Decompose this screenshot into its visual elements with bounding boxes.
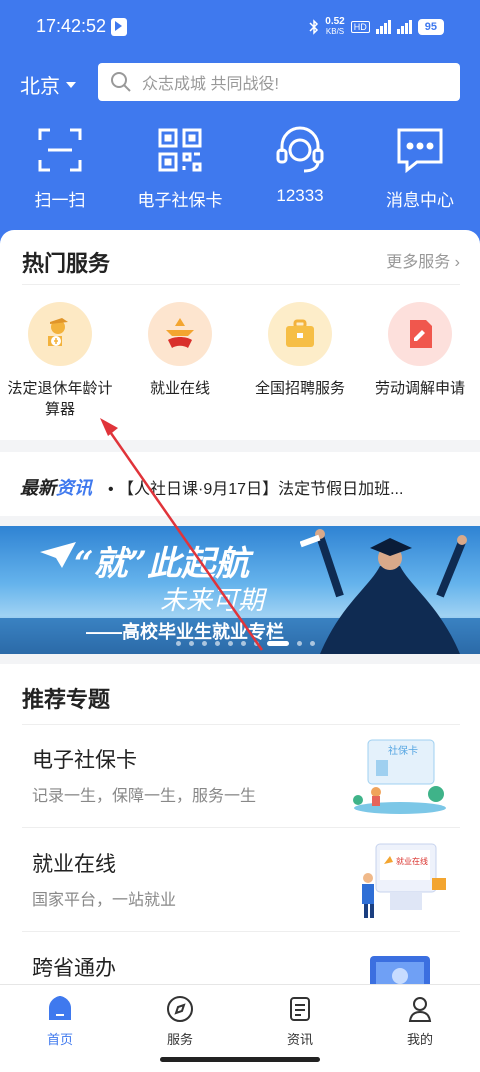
carousel-indicator xyxy=(176,641,315,646)
status-bar: 17:42:52 0.52 KB/S HD 95 xyxy=(0,0,480,54)
service-employment-online[interactable]: 就业在线 xyxy=(120,302,240,420)
compass-icon xyxy=(164,993,196,1025)
banner-title: “就”此起航 xyxy=(74,544,250,584)
topic-employment-online[interactable]: 就业在线 国家平台，一站就业 就业在线 xyxy=(0,828,480,932)
hd-badge: HD xyxy=(350,21,370,33)
news-ticker[interactable]: 最新资讯 • 【人社日课·9月17日】法定节假日加班... xyxy=(0,452,480,516)
topic-title: 跨省通办 xyxy=(32,957,116,980)
quick-hotline[interactable]: 12333 xyxy=(240,124,360,211)
document-edit-icon xyxy=(388,302,452,366)
svg-text:就业在线: 就业在线 xyxy=(396,856,428,866)
banner-graduate-employment[interactable]: “就”此起航 未来可期 ——高校毕业生就业专栏 xyxy=(0,526,480,654)
tab-news[interactable]: 资讯 xyxy=(240,985,360,1048)
quick-label: 消息中心 xyxy=(386,191,454,210)
news-headline: • 【人社日课·9月17日】法定节假日加班... xyxy=(108,481,404,498)
news-logo: 最新资讯 xyxy=(20,478,92,498)
quick-messages[interactable]: 消息中心 xyxy=(360,124,480,211)
service-label: 劳动调解申请 xyxy=(374,380,465,397)
tab-label: 资讯 xyxy=(286,1032,313,1047)
tab-label: 首页 xyxy=(46,1032,73,1047)
home-icon xyxy=(44,993,76,1025)
topic-title: 电子社保卡 xyxy=(32,749,137,772)
header-area: 17:42:52 0.52 KB/S HD 95 北京 众志成城 共同战役! 扫一… xyxy=(0,0,480,260)
chevron-right-icon: › xyxy=(454,254,460,271)
home-indicator[interactable] xyxy=(160,1057,320,1062)
service-grid: 法定退休年龄计算器 就业在线 全国招聘服务 劳动调解申请 xyxy=(0,302,480,420)
svg-text:社保卡: 社保卡 xyxy=(388,744,418,757)
quick-ecard[interactable]: 电子社保卡 xyxy=(120,124,240,211)
app-notification-icon xyxy=(111,18,127,36)
qr-code-icon xyxy=(152,124,208,176)
tab-services[interactable]: 服务 xyxy=(120,985,240,1048)
quick-label: 电子社保卡 xyxy=(137,191,223,210)
service-labor-mediation[interactable]: 劳动调解申请 xyxy=(360,302,480,420)
tab-mine[interactable]: 我的 xyxy=(360,985,480,1048)
hot-services-card: 热门服务 更多服务 › 法定退休年龄计算器 就业在线 全国招聘服务 劳动调解申请 xyxy=(0,230,480,440)
scan-icon xyxy=(32,124,88,176)
message-icon xyxy=(392,124,448,176)
service-label: 法定退休年龄计算器 xyxy=(7,380,113,418)
caret-down-icon xyxy=(66,81,76,88)
service-label: 全国招聘服务 xyxy=(254,380,345,397)
divider xyxy=(22,284,460,285)
service-recruitment[interactable]: 全国招聘服务 xyxy=(240,302,360,420)
social-security-card-illustration: 社保卡 xyxy=(353,739,446,814)
quick-label: 扫一扫 xyxy=(34,191,86,210)
tab-label: 服务 xyxy=(166,1032,193,1047)
section-title: 推荐专题 xyxy=(22,687,111,712)
recommended-topics-card: 推荐专题 电子社保卡 记录一生，保障一生，服务一生 社保卡 就业在线 国家平台，… xyxy=(0,664,480,996)
employment-online-illustration: 就业在线 xyxy=(362,843,446,918)
topic-title: 就业在线 xyxy=(32,853,116,876)
bottom-tab-bar: 首页 服务 资讯 我的 xyxy=(0,984,480,1072)
retire-calculator-icon xyxy=(28,302,92,366)
net-speed: 0.52 KB/S xyxy=(325,16,345,37)
bluetooth-icon xyxy=(309,19,319,35)
graduate-illustration xyxy=(300,529,467,654)
status-indicators: 0.52 KB/S HD 95 xyxy=(309,17,444,37)
user-icon xyxy=(404,993,436,1025)
section-title: 热门服务 xyxy=(22,251,111,276)
news-icon xyxy=(284,993,316,1025)
topic-subtitle: 国家平台，一站就业 xyxy=(32,892,177,909)
search-bar[interactable]: 众志成城 共同战役! xyxy=(98,63,460,101)
search-icon xyxy=(111,72,131,92)
signal-icon xyxy=(375,20,391,34)
tab-home[interactable]: 首页 xyxy=(0,985,120,1048)
paper-plane-icon xyxy=(40,542,76,568)
signal-icon-2 xyxy=(396,20,412,34)
service-label: 就业在线 xyxy=(149,380,210,397)
city-label: 北京 xyxy=(20,76,60,98)
employment-online-icon xyxy=(148,302,212,366)
search-placeholder: 众志成城 共同战役! xyxy=(142,76,279,93)
topic-ecard[interactable]: 电子社保卡 记录一生，保障一生，服务一生 社保卡 xyxy=(0,724,480,828)
city-selector[interactable]: 北京 xyxy=(20,70,76,99)
status-time: 17:42:52 xyxy=(36,16,107,36)
quick-label: 12333 xyxy=(276,186,324,205)
briefcase-icon xyxy=(268,302,332,366)
battery-indicator: 95 xyxy=(417,19,444,35)
topic-subtitle: 记录一生，保障一生，服务一生 xyxy=(32,788,257,805)
more-services-link[interactable]: 更多服务 › xyxy=(386,248,460,272)
tab-label: 我的 xyxy=(406,1032,433,1047)
quick-scan[interactable]: 扫一扫 xyxy=(0,124,120,211)
headset-icon xyxy=(272,124,328,176)
quick-actions: 扫一扫 电子社保卡 12333 消息中心 xyxy=(0,124,480,211)
service-retire-calculator[interactable]: 法定退休年龄计算器 xyxy=(0,302,120,420)
banner-subtitle: 未来可期 xyxy=(160,586,265,616)
